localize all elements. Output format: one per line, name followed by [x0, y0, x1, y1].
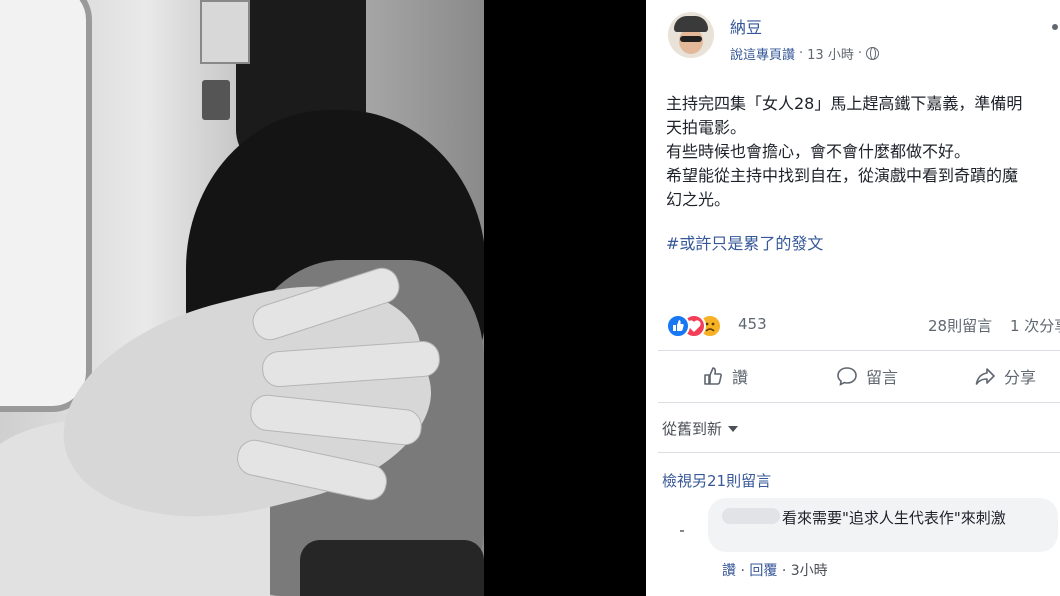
post-meta: 說這專頁讚 · 13 小時 · — [730, 44, 879, 63]
reaction-count[interactable]: 453 — [738, 315, 767, 333]
wall-sticker — [202, 80, 230, 120]
comment-action-separator: · — [740, 563, 745, 579]
commenter-name-blurred[interactable] — [722, 508, 780, 524]
hashtag-link[interactable]: #或許只是累了的發文 — [666, 230, 823, 254]
avatar-glasses — [680, 36, 702, 42]
train-window — [0, 0, 92, 412]
comment-text: 看來需要"追求人生代表作"來刺激 — [782, 509, 1006, 527]
comment-sort-dropdown[interactable]: 從舊到新 — [662, 418, 739, 439]
post-text-line: 希望能從主持中找到自在，從演戲中看到奇蹟的魔 — [666, 166, 1019, 185]
person-shirt — [300, 540, 484, 596]
more-options-icon[interactable] — [1052, 24, 1058, 30]
seat-handle — [200, 0, 250, 64]
divider — [658, 452, 1060, 453]
commenter-avatar[interactable] — [666, 516, 698, 548]
comment-button-label: 留言 — [866, 368, 899, 387]
comment-bubble: 看來需要"追求人生代表作"來刺激 — [708, 498, 1058, 552]
comment-actions: 讚 · 回覆 · 3小時 — [722, 560, 828, 580]
comment-time[interactable]: 3小時 — [791, 563, 828, 579]
globe-icon — [865, 47, 879, 60]
author-avatar[interactable] — [668, 12, 714, 58]
post-time[interactable]: 13 小時 — [807, 44, 854, 63]
comment-sort-label: 從舊到新 — [662, 420, 723, 438]
share-button[interactable]: 分享 — [974, 364, 1036, 388]
share-count[interactable]: 1 次分享 — [1010, 315, 1060, 336]
meta-separator: · — [857, 46, 862, 61]
like-button[interactable]: 讚 — [702, 364, 748, 388]
like-reaction-icon[interactable] — [666, 314, 690, 338]
comment-action-separator: · — [781, 563, 787, 579]
share-arrow-icon — [975, 368, 995, 385]
meta-separator: · — [799, 46, 804, 61]
share-button-label: 分享 — [1004, 368, 1037, 387]
post-text-line: 有些時候也會擔心，會不會什麼都做不好。 — [666, 142, 971, 161]
caret-down-icon — [728, 425, 739, 432]
post-panel: 納豆 說這專頁讚 · 13 小時 · 主持完四集「女人28」馬上趕高鐵下嘉義，準… — [646, 0, 1060, 596]
comment-reply-link[interactable]: 回覆 — [749, 563, 777, 579]
post-actions: 讚 留言 分享 — [646, 352, 1060, 400]
post-photo[interactable] — [0, 0, 484, 596]
like-button-label: 讚 — [732, 368, 749, 387]
divider — [658, 402, 1060, 403]
divider — [658, 350, 1060, 351]
reactions-row: 453 28則留言 1 次分享 — [666, 312, 1060, 338]
post-text-line: 主持完四集「女人28」馬上趕高鐵下嘉義，準備明 — [666, 94, 1023, 113]
view-more-comments-link[interactable]: 檢視另21則留言 — [662, 470, 771, 491]
avatar-cap — [674, 16, 708, 32]
comment-button[interactable]: 留言 — [836, 364, 898, 388]
comment-count[interactable]: 28則留言 — [928, 315, 992, 336]
post-text-line: 幻之光。 — [666, 190, 731, 209]
thumbs-up-icon — [704, 367, 722, 385]
post-text-line: 天拍電影。 — [666, 118, 747, 137]
author-name[interactable]: 納豆 — [730, 14, 762, 38]
like-page-link[interactable]: 說這專頁讚 — [730, 44, 795, 63]
post-text: 主持完四集「女人28」馬上趕高鐵下嘉義，準備明 天拍電影。 有些時候也會擔心，會… — [666, 92, 1060, 212]
comment-icon — [837, 367, 857, 386]
comment-like-link[interactable]: 讚 — [722, 563, 736, 579]
